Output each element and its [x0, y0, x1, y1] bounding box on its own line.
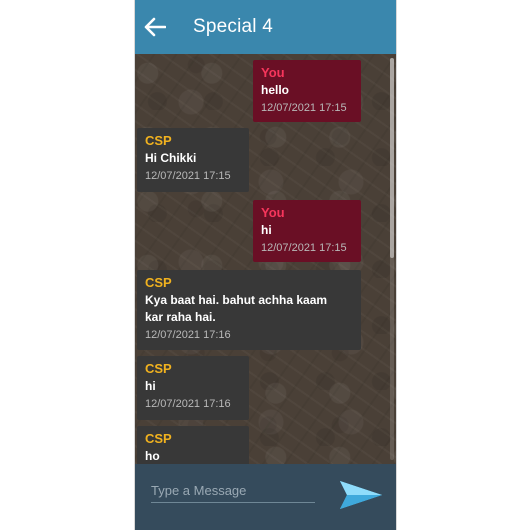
message-time: 12/07/2021 17:16 [145, 329, 231, 341]
message-bubble-incoming[interactable]: CSP Kya baat hai. bahut achha kaam kar r… [137, 270, 361, 350]
back-button[interactable] [143, 15, 167, 39]
message-time: 12/07/2021 17:16 [145, 398, 231, 410]
message-text: Hi Chikki [145, 151, 197, 165]
message-list[interactable]: You hello 12/07/2021 17:15 CSP Hi Chikki… [135, 54, 396, 464]
message-bubble-outgoing[interactable]: You hi 12/07/2021 17:15 [253, 200, 361, 262]
message-text-line: Kya baat hai. bahut achha kaam [145, 293, 328, 307]
message-text: Kya baat hai. bahut achha kaam kar raha … [145, 292, 354, 326]
message-bubble-outgoing[interactable]: You hello 12/07/2021 17:15 [253, 60, 361, 122]
message-bubble-incoming[interactable]: CSP hi 12/07/2021 17:16 [137, 356, 249, 420]
chat-screen: Special 4 You hello 12/07/2021 17:15 CSP… [134, 0, 397, 530]
message-text-line: kar raha hai. [145, 310, 216, 324]
message-sender: CSP [145, 275, 172, 290]
chat-title: Special 4 [193, 16, 273, 37]
message-text: ho [145, 449, 160, 463]
message-sender: You [261, 205, 285, 220]
message-time: 12/07/2021 17:15 [261, 242, 347, 254]
message-sender: CSP [145, 361, 172, 376]
message-sender: You [261, 65, 285, 80]
message-time: 12/07/2021 17:15 [261, 102, 347, 114]
send-icon [340, 481, 382, 509]
message-bubble-incoming[interactable]: CSP ho [137, 426, 249, 464]
message-time: 12/07/2021 17:15 [145, 170, 231, 182]
message-text: hello [261, 83, 290, 97]
app-header: Special 4 [135, 0, 396, 54]
arrow-left-icon [144, 17, 166, 37]
message-scrollbar[interactable] [390, 58, 394, 460]
message-bubble-incoming[interactable]: CSP Hi Chikki 12/07/2021 17:15 [137, 128, 249, 192]
message-sender: CSP [145, 133, 172, 148]
message-text: hi [261, 223, 272, 237]
scrollbar-thumb[interactable] [390, 58, 394, 258]
message-text: hi [145, 379, 156, 393]
message-sender: CSP [145, 431, 172, 446]
message-input[interactable] [151, 478, 315, 503]
send-button[interactable] [337, 476, 385, 514]
compose-bar [135, 464, 396, 530]
